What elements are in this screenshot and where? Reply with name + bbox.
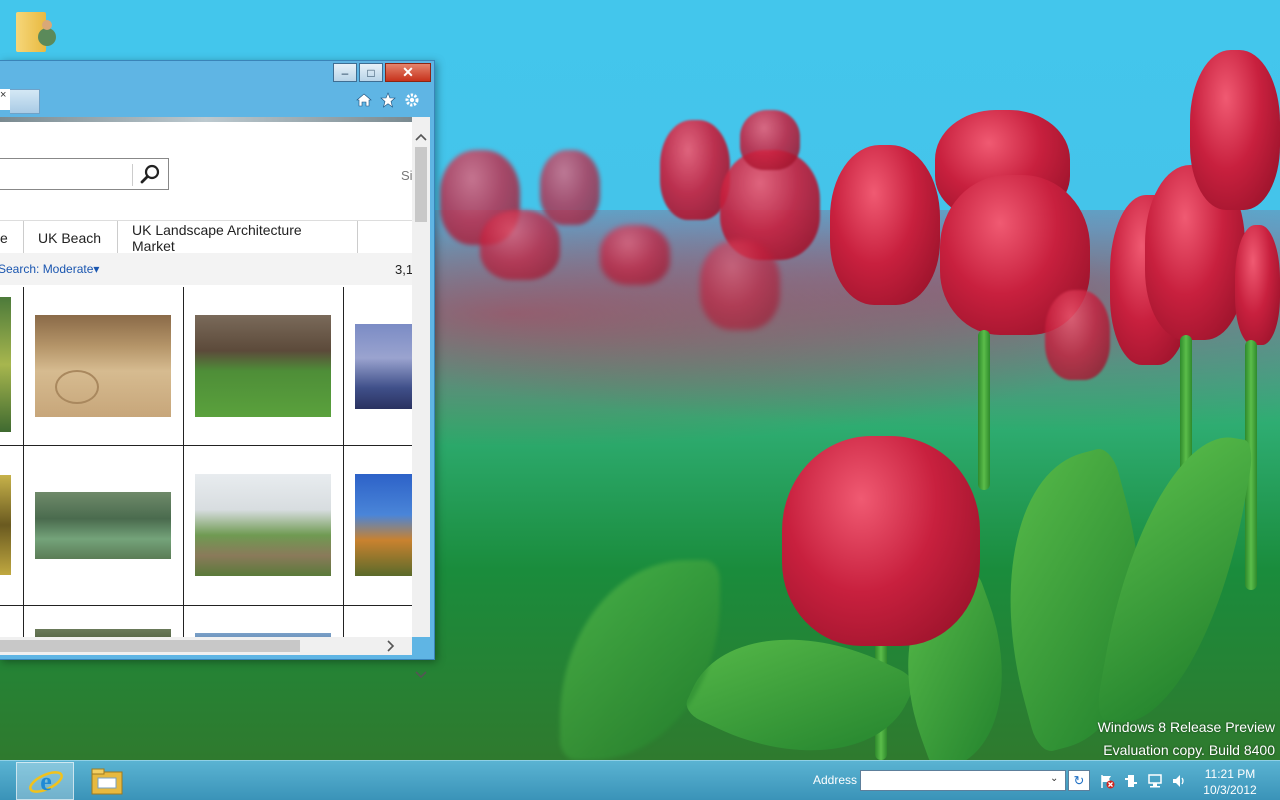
image-result-thumbnail[interactable]: [355, 474, 412, 576]
category-tabs: e UK Beach UK Landscape Architecture Mar…: [0, 220, 412, 256]
taskbar-internet-explorer[interactable]: e: [16, 762, 74, 800]
image-result-thumbnail[interactable]: [35, 492, 171, 559]
search-separator: [132, 164, 133, 186]
tulip-bg: [1235, 225, 1280, 345]
network-icon[interactable]: [1147, 773, 1163, 789]
category-tab-uk-beach[interactable]: UK Beach: [24, 221, 118, 254]
maximize-button[interactable]: □: [359, 63, 383, 82]
user-icon: [38, 20, 56, 46]
scroll-right-icon[interactable]: [383, 637, 399, 655]
category-tab-uk-landscape-architecture-market[interactable]: UK Landscape Architecture Market: [118, 221, 358, 254]
desktop-user-folder-icon[interactable]: [14, 6, 56, 54]
grid-divider: [0, 605, 412, 606]
grid-divider: [23, 287, 24, 637]
address-toolbar-label: Address: [813, 773, 858, 787]
browser-window: – □ ✕ × Si e UK Beach UK Landscape Archi…: [0, 60, 435, 679]
horizontal-scrollbar[interactable]: [0, 637, 412, 655]
page-banner: [0, 117, 412, 122]
power-icon[interactable]: [1123, 773, 1139, 789]
scroll-up-icon[interactable]: [412, 129, 430, 145]
sign-in-link[interactable]: Si: [401, 168, 412, 183]
clock-time: 11:21 PM: [1204, 767, 1256, 781]
tulip-bg: [700, 240, 780, 330]
tulip-stem: [978, 330, 990, 490]
tulip-bg: [1045, 290, 1110, 380]
vertical-scroll-thumb[interactable]: [415, 147, 427, 222]
action-center-flag-icon[interactable]: [1099, 773, 1115, 789]
result-count: 3,1: [395, 262, 412, 277]
safe-search-filter[interactable]: Search: Moderate▾: [0, 262, 99, 276]
svg-text:e: e: [40, 767, 52, 796]
tulip-foreground: [782, 436, 980, 646]
address-input[interactable]: [860, 770, 1066, 791]
horizontal-scroll-thumb[interactable]: [0, 640, 300, 652]
image-result-thumbnail[interactable]: [195, 315, 331, 417]
patio-circle: [55, 370, 99, 404]
watermark-line-2: Evaluation copy. Build 8400: [1103, 742, 1275, 758]
safe-search-label: Search: Moderate: [0, 262, 94, 276]
search-box: [0, 158, 169, 190]
tulip-bg: [740, 110, 800, 170]
windows-watermark: Windows 8 Release Preview Evaluation cop…: [1098, 716, 1275, 762]
clock-date: 10/3/2012: [1203, 783, 1257, 797]
window-titlebar[interactable]: – □ ✕: [0, 61, 434, 87]
refresh-icon[interactable]: ↻: [1068, 770, 1090, 791]
tulip-leaf: [560, 560, 720, 760]
tulip-bg: [540, 150, 600, 225]
minimize-icon: –: [341, 65, 349, 80]
image-result-thumbnail[interactable]: [0, 297, 11, 432]
tulip-bg: [1190, 50, 1280, 210]
taskbar-file-explorer[interactable]: [78, 762, 136, 800]
image-result-thumbnail[interactable]: [355, 324, 412, 409]
taskbar: e Address ⌄ ↻ 11:21 PM 10/3/2012: [0, 760, 1280, 800]
grid-divider: [343, 287, 344, 637]
image-result-thumbnail[interactable]: [35, 629, 171, 637]
search-icon[interactable]: [138, 163, 162, 187]
close-icon: ✕: [402, 64, 414, 80]
watermark-line-1: Windows 8 Release Preview: [1097, 719, 1275, 735]
home-icon[interactable]: [355, 91, 373, 109]
category-tab[interactable]: e: [0, 221, 24, 254]
internet-explorer-icon: e: [29, 767, 63, 796]
image-result-thumbnail[interactable]: [35, 315, 171, 417]
search-input[interactable]: [3, 163, 131, 187]
filter-bar: Search: Moderate▾ 3,1: [0, 253, 412, 285]
close-button[interactable]: ✕: [385, 63, 431, 82]
vertical-scrollbar[interactable]: [412, 117, 430, 679]
volume-icon[interactable]: [1171, 773, 1187, 789]
image-result-thumbnail[interactable]: [0, 475, 11, 575]
gear-icon[interactable]: [403, 91, 421, 109]
tulip-bg: [830, 145, 940, 305]
tulip-bg: [480, 210, 560, 280]
file-explorer-icon: [91, 768, 123, 795]
web-page: Si e UK Beach UK Landscape Architecture …: [0, 117, 412, 637]
scroll-down-icon[interactable]: [412, 667, 430, 683]
maximize-icon: □: [367, 65, 375, 80]
star-icon[interactable]: [379, 91, 397, 109]
minimize-button[interactable]: –: [333, 63, 357, 82]
image-result-thumbnail[interactable]: [195, 474, 331, 576]
image-results-grid: [0, 287, 412, 637]
tulip-bg: [600, 225, 670, 285]
system-clock[interactable]: 11:21 PM 10/3/2012: [1200, 766, 1260, 798]
chevron-down-icon: ▾: [93, 262, 100, 276]
grid-divider: [183, 287, 184, 637]
browser-tab[interactable]: [10, 89, 40, 114]
grid-divider: [0, 445, 412, 446]
chevron-down-icon[interactable]: ⌄: [1050, 773, 1058, 784]
